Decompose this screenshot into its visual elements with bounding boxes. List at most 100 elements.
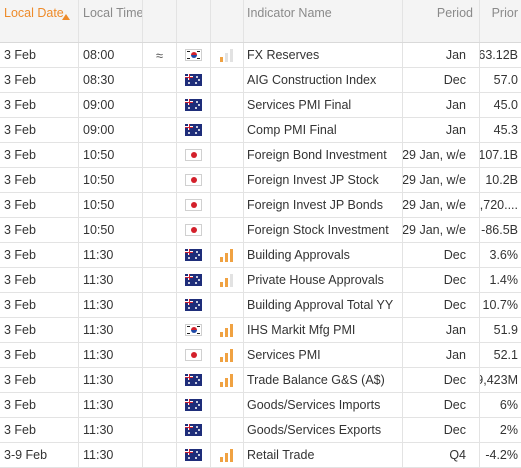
sort-ascending-icon[interactable] xyxy=(62,14,70,20)
japan-flag-icon xyxy=(185,149,202,161)
period-text: Dec xyxy=(443,273,466,287)
table-row[interactable]: 3 Feb 11:30 IHS Markit Mfg PMI Jan 51.9 xyxy=(0,318,521,343)
importance-cell xyxy=(211,368,244,392)
australia-flag-icon xyxy=(185,124,202,136)
column-header-prior[interactable]: Prior xyxy=(480,0,521,42)
indicator-cell[interactable]: Private House Approvals xyxy=(244,268,403,292)
country-cell xyxy=(177,418,211,442)
indicator-cell[interactable]: Foreign Invest JP Stock xyxy=(244,168,403,192)
table-row[interactable]: 3 Feb 11:30 Services PMI Jan 52.1 xyxy=(0,343,521,368)
prior-cell: 463.12B xyxy=(480,43,521,67)
table-row[interactable]: 3 Feb 09:00 Services PMI Final Jan 45.0 xyxy=(0,93,521,118)
importance-bars-icon xyxy=(220,248,234,262)
table-row[interactable]: 3 Feb 10:50 Foreign Invest JP Bonds 29 Jan,… xyxy=(0,193,521,218)
date-text: 3 Feb xyxy=(4,323,36,337)
time-text: 10:50 xyxy=(83,148,115,162)
prior-text: -107.1B xyxy=(480,148,518,162)
table-row[interactable]: 3 Feb 11:30 Goods/Services Exports Dec 2% xyxy=(0,418,521,443)
column-header-indicator[interactable]: Indicator Name xyxy=(244,0,403,42)
date-cell: 3 Feb xyxy=(0,368,79,392)
indicator-cell[interactable]: FX Reserves xyxy=(244,43,403,67)
australia-flag-icon xyxy=(185,249,202,261)
column-header-local-date[interactable]: Local Date xyxy=(0,0,79,42)
japan-flag-icon xyxy=(185,349,202,361)
indicator-text[interactable]: Foreign Bond Investment xyxy=(247,148,387,162)
period-cell: Jan xyxy=(403,43,480,67)
indicator-cell[interactable]: Goods/Services Exports xyxy=(244,418,403,442)
indicator-text[interactable]: Building Approval Total YY xyxy=(247,298,393,312)
indicator-text[interactable]: Building Approvals xyxy=(247,248,350,262)
prior-text: 45.0 xyxy=(493,98,518,112)
table-row[interactable]: 3 Feb 10:50 Foreign Invest JP Stock 29 Jan,… xyxy=(0,168,521,193)
importance-cell xyxy=(211,168,244,192)
table-row[interactable]: 3 Feb 11:30 Building Approvals Dec 3.6% xyxy=(0,243,521,268)
indicator-cell[interactable]: Foreign Stock Investment xyxy=(244,218,403,242)
time-text: 09:00 xyxy=(83,98,115,112)
indicator-text[interactable]: Services PMI xyxy=(247,348,321,362)
period-cell: Q4 xyxy=(403,443,480,467)
indicator-cell[interactable]: Foreign Invest JP Bonds xyxy=(244,193,403,217)
indicator-cell[interactable]: Services PMI xyxy=(244,343,403,367)
table-row[interactable]: 3 Feb 11:30 Goods/Services Imports Dec 6% xyxy=(0,393,521,418)
local-date-label: Local Date xyxy=(4,6,64,20)
indicator-cell[interactable]: AIG Construction Index xyxy=(244,68,403,92)
importance-cell xyxy=(211,218,244,242)
indicator-text[interactable]: Retail Trade xyxy=(247,448,314,462)
prior-text: 10.7% xyxy=(482,298,518,312)
table-row[interactable]: 3 Feb 09:00 Comp PMI Final Jan 45.3 xyxy=(0,118,521,143)
indicator-text[interactable]: Foreign Invest JP Bonds xyxy=(247,198,383,212)
table-row[interactable]: 3 Feb 11:30 Private House Approvals Dec 1.4% xyxy=(0,268,521,293)
indicator-cell[interactable]: Goods/Services Imports xyxy=(244,393,403,417)
date-text: 3 Feb xyxy=(4,173,36,187)
table-row[interactable]: 3-9 Feb 11:30 Retail Trade Q4 -4.2% xyxy=(0,443,521,468)
australia-flag-icon xyxy=(185,449,202,461)
date-cell: 3 Feb xyxy=(0,243,79,267)
country-cell xyxy=(177,268,211,292)
period-text: Jan xyxy=(445,323,466,337)
indicator-text[interactable]: Goods/Services Imports xyxy=(247,398,380,412)
indicator-cell[interactable]: Comp PMI Final xyxy=(244,118,403,142)
indicator-text[interactable]: Services PMI Final xyxy=(247,98,351,112)
time-text: 08:00 xyxy=(83,48,115,62)
indicator-text[interactable]: Goods/Services Exports xyxy=(247,423,381,437)
australia-flag-icon xyxy=(185,299,202,311)
date-text: 3-9 Feb xyxy=(4,448,48,462)
table-row[interactable]: 3 Feb 10:50 Foreign Bond Investment 29 Jan,… xyxy=(0,143,521,168)
date-cell: 3 Feb xyxy=(0,143,79,167)
column-header-local-time[interactable]: Local Time xyxy=(79,0,143,42)
australia-flag-icon xyxy=(185,274,202,286)
indicator-text[interactable]: Foreign Stock Investment xyxy=(247,223,389,237)
indicator-text[interactable]: Comp PMI Final xyxy=(247,123,337,137)
marker-cell xyxy=(143,93,177,117)
time-text: 11:30 xyxy=(83,398,114,412)
indicator-cell[interactable]: Trade Balance G&S (A$) xyxy=(244,368,403,392)
table-row[interactable]: 3 Feb 11:30 Trade Balance G&S (A$) Dec 9,423… xyxy=(0,368,521,393)
period-text: 29 Jan, w/e xyxy=(403,198,466,212)
table-row[interactable]: 3 Feb 10:50 Foreign Stock Investment 29 Jan… xyxy=(0,218,521,243)
indicator-cell[interactable]: Foreign Bond Investment xyxy=(244,143,403,167)
period-text: Dec xyxy=(443,248,466,262)
indicator-cell[interactable]: Retail Trade xyxy=(244,443,403,467)
indicator-text[interactable]: Foreign Invest JP Stock xyxy=(247,173,379,187)
indicator-cell[interactable]: IHS Markit Mfg PMI xyxy=(244,318,403,342)
indicator-text[interactable]: FX Reserves xyxy=(247,48,319,62)
time-text: 11:30 xyxy=(83,323,114,337)
table-row[interactable]: 3 Feb 08:30 AIG Construction Index Dec 57.0 xyxy=(0,68,521,93)
prior-cell: 52.1 xyxy=(480,343,521,367)
indicator-cell[interactable]: Building Approvals xyxy=(244,243,403,267)
date-text: 3 Feb xyxy=(4,273,36,287)
indicator-cell[interactable]: Services PMI Final xyxy=(244,93,403,117)
table-row[interactable]: 3 Feb 08:00 ≈ FX Reserves Jan 463.12B xyxy=(0,43,521,68)
time-text: 11:30 xyxy=(83,248,114,262)
date-text: 3 Feb xyxy=(4,98,36,112)
period-text: Dec xyxy=(443,73,466,87)
column-header-period[interactable]: Period xyxy=(403,0,480,42)
time-cell: 11:30 xyxy=(79,343,143,367)
indicator-text[interactable]: IHS Markit Mfg PMI xyxy=(247,323,355,337)
indicator-cell[interactable]: Building Approval Total YY xyxy=(244,293,403,317)
indicator-text[interactable]: Private House Approvals xyxy=(247,273,384,287)
indicator-text[interactable]: AIG Construction Index xyxy=(247,73,376,87)
table-row[interactable]: 3 Feb 11:30 Building Approval Total YY Dec 1… xyxy=(0,293,521,318)
date-text: 3 Feb xyxy=(4,348,36,362)
indicator-text[interactable]: Trade Balance G&S (A$) xyxy=(247,373,385,387)
